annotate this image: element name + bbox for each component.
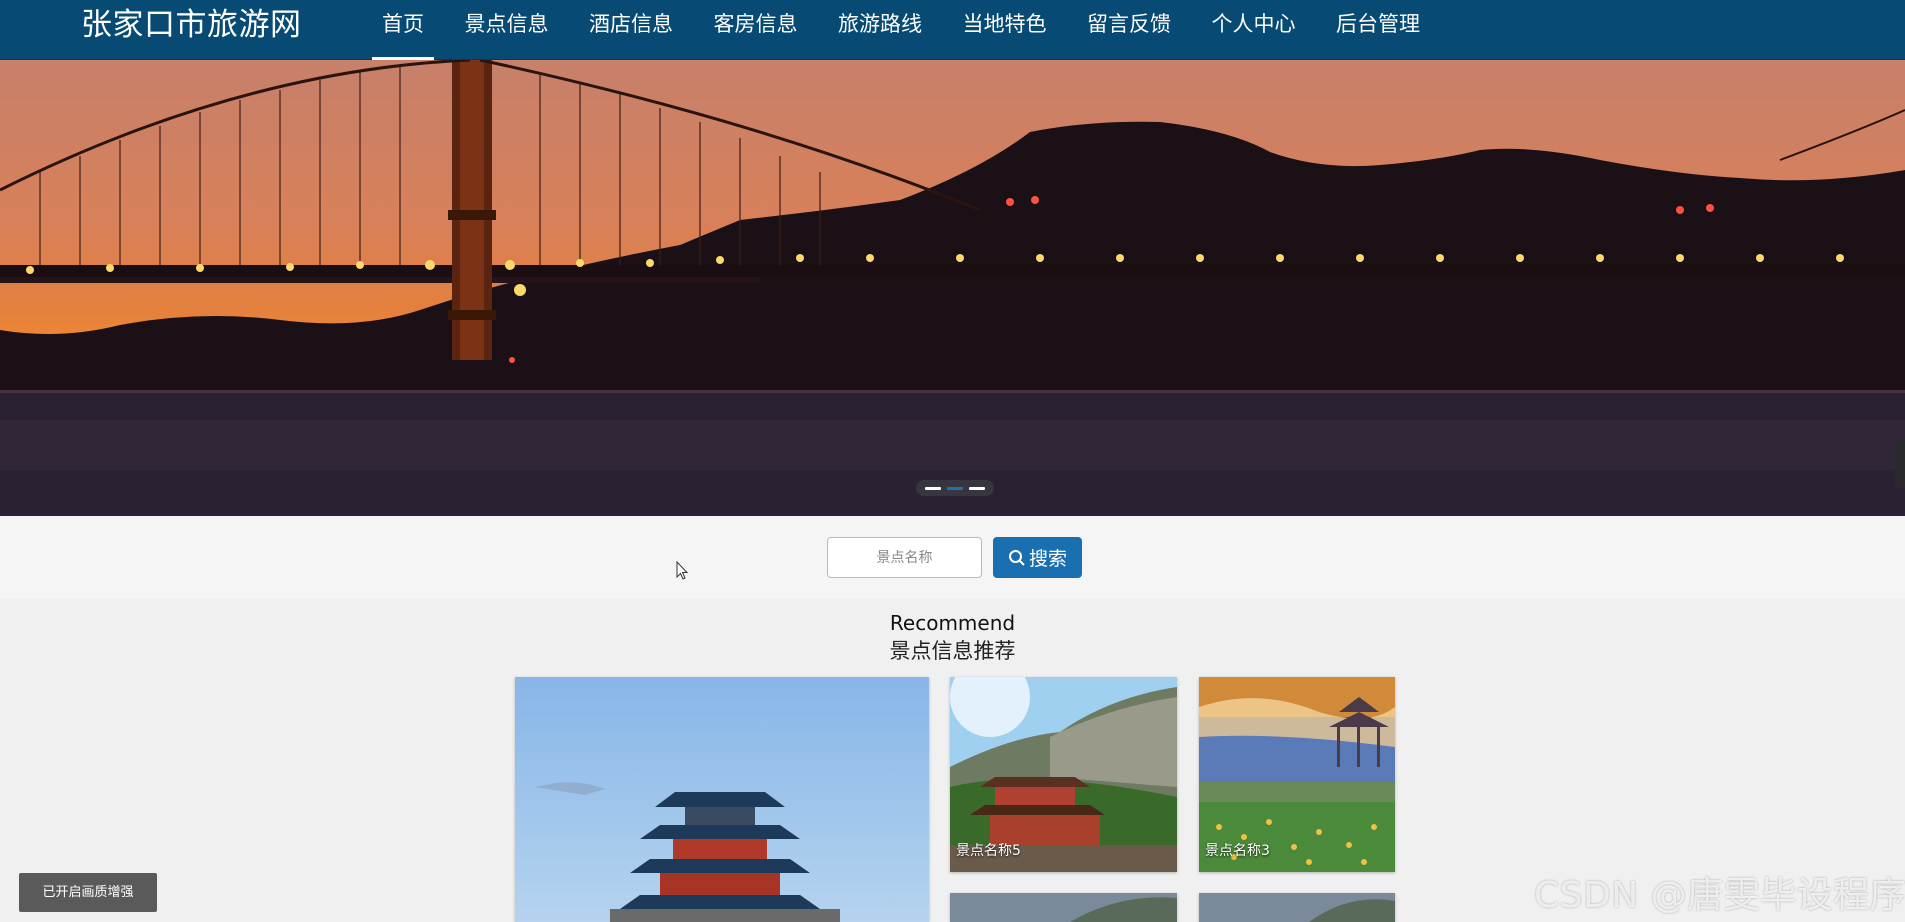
- search-button-label: 搜索: [1028, 548, 1067, 570]
- attraction-card-partial-left[interactable]: [950, 893, 1177, 922]
- recommend-title: Recommend: [889, 611, 1016, 635]
- attraction-card-partial-right[interactable]: [1199, 893, 1395, 922]
- hero-banner-carousel[interactable]: [0, 60, 1905, 516]
- side-scroll-tab[interactable]: [1895, 440, 1905, 488]
- nav-item-feedback[interactable]: 留言反馈: [1077, 0, 1181, 60]
- nav-item-routes[interactable]: 旅游路线: [828, 0, 932, 60]
- carousel-indicators: [916, 480, 994, 496]
- main-nav-menu: 首页 景点信息 酒店信息 客房信息 旅游路线 当地特色 留言反馈 个人中心 后台…: [372, 0, 1451, 60]
- search-button[interactable]: 搜索: [993, 537, 1082, 578]
- attraction-image: [1199, 893, 1395, 922]
- csdn-watermark: CSDN @唐雯毕设程序: [1534, 875, 1905, 916]
- nav-item-hotels[interactable]: 酒店信息: [579, 0, 683, 60]
- nav-item-rooms[interactable]: 客房信息: [704, 0, 808, 60]
- attraction-search-input[interactable]: [827, 537, 982, 578]
- mouse-pointer-icon: [676, 561, 689, 580]
- search-section: 搜索: [0, 516, 1905, 599]
- search-icon: [1008, 549, 1025, 566]
- banner-image: [0, 60, 1905, 516]
- top-navbar: 张家口市旅游网 首页 景点信息 酒店信息 客房信息 旅游路线 当地特色 留言反馈…: [0, 0, 1905, 60]
- carousel-dot-3[interactable]: [969, 486, 985, 490]
- attraction-image: [515, 677, 929, 922]
- attraction-card-caption: 景点名称5: [956, 843, 1021, 859]
- nav-item-specialties[interactable]: 当地特色: [953, 0, 1057, 60]
- attraction-card-caption: 景点名称3: [1205, 843, 1270, 859]
- attraction-image: [950, 893, 1177, 922]
- recommend-subtitle: 景点信息推荐: [889, 639, 1016, 663]
- carousel-dot-2[interactable]: [947, 486, 963, 490]
- attraction-card-3[interactable]: 景点名称3: [1199, 677, 1395, 872]
- nav-item-home[interactable]: 首页: [372, 0, 434, 60]
- attraction-card-featured[interactable]: [515, 677, 929, 922]
- carousel-dot-1[interactable]: [925, 486, 941, 490]
- nav-item-profile[interactable]: 个人中心: [1202, 0, 1306, 60]
- quality-enhance-badge[interactable]: 已开启画质增强: [19, 873, 157, 912]
- nav-item-admin[interactable]: 后台管理: [1326, 0, 1430, 60]
- attraction-card-5[interactable]: 景点名称5: [950, 677, 1177, 872]
- nav-item-attractions[interactable]: 景点信息: [455, 0, 559, 60]
- site-brand[interactable]: 张家口市旅游网: [81, 6, 302, 44]
